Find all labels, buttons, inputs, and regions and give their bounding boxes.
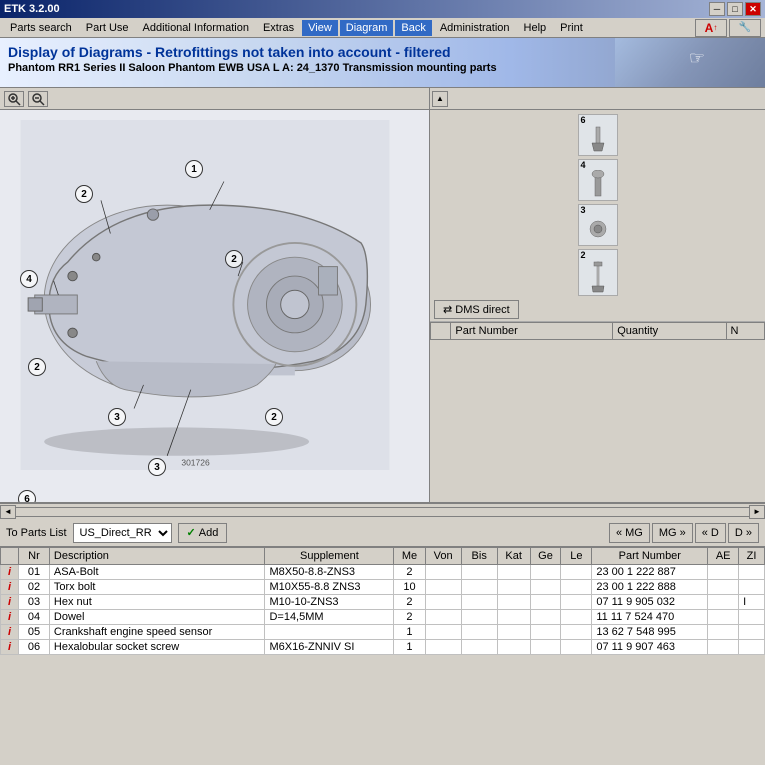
table-row[interactable]: i01ASA-BoltM8X50-8.8-ZNS3223 00 1 222 88… [1,565,765,580]
subtitle-prefix: Phantom RR1 Series II Saloon Phantom EWB… [8,62,297,74]
title-bar: ETK 3.2.00 ─ □ ✕ [0,0,765,18]
parts-list-select[interactable]: US_Direct_RR [73,523,172,543]
col-me-header: Me [394,548,425,565]
col-desc-header: Description [49,548,265,565]
col-zi-header: ZI [739,548,765,565]
zoom-out-button[interactable] [28,91,48,107]
add-label: Add [199,527,219,539]
table-row[interactable]: i05Crankshaft engine speed sensor113 62 … [1,625,765,640]
parts-list-toolbar: To Parts List US_Direct_RR ✓ Add « MG MG… [0,519,765,547]
menu-print[interactable]: Print [554,20,589,36]
part-number-2a: 2 [75,185,93,203]
thumb-4[interactable]: 4 [578,159,618,201]
h-scroll-left[interactable]: ◄ [0,505,16,519]
toolbar-icons: A↑ 🔧 [695,19,761,37]
part-number-3b: 3 [148,458,166,476]
menu-part-use[interactable]: Part Use [80,20,135,36]
right-panel: ▲ 6 4 3 [430,88,765,502]
nav-mg-prev[interactable]: « MG [609,523,650,543]
col-von-header: Von [425,548,461,565]
subtitle-bold: 24_1370 Transmission mounting parts [297,62,497,74]
part-number-1: 1 [185,160,203,178]
h-scroll-right[interactable]: ► [749,505,765,519]
col-quantity: Quantity [613,323,726,340]
zoom-in-button[interactable] [4,91,24,107]
diagram-toolbar [0,88,429,110]
minimize-button[interactable]: ─ [709,2,725,16]
diagram-panel: 301726 1 2 2 4 2 3 2 3 6 5 [0,88,430,502]
thumbnail-column: 6 4 3 2 [430,110,765,298]
dms-direct-button[interactable]: ⇄ DMS direct [434,300,519,319]
thumb-2[interactable]: 2 [578,249,618,296]
scroll-up-arrow[interactable]: ▲ [432,91,448,107]
menu-diagram[interactable]: Diagram [340,20,394,36]
table-row[interactable]: i02Torx boltM10X55-8.8 ZNS31023 00 1 222… [1,580,765,595]
menu-parts-search[interactable]: Parts search [4,20,78,36]
header-section: ☞ Display of Diagrams - Retrofittings no… [0,38,765,88]
part-number-4: 4 [20,270,38,288]
part-number-6: 6 [18,490,36,502]
col-ae-header: AE [708,548,739,565]
col-ge-header: Ge [530,548,561,565]
col-le-header: Le [561,548,592,565]
parts-list-area: To Parts List US_Direct_RR ✓ Add « MG MG… [0,519,765,749]
parts-table-wrapper: Nr Description Supplement Me Von Bis Kat… [0,547,765,749]
right-detail-table: Part Number Quantity N [430,322,765,340]
col-empty [431,323,451,340]
toolbar-icon-1[interactable]: A↑ [695,19,727,37]
h-scroll-bar: ◄ ► [0,503,765,519]
nav-d-next[interactable]: D » [728,523,759,543]
menu-administration[interactable]: Administration [434,20,516,36]
right-panel-scroll: ▲ [430,88,765,110]
col-partnum-header: Part Number [592,548,708,565]
col-part-number: Part Number [451,323,613,340]
dms-bar: ⇄ DMS direct [430,298,765,322]
nav-buttons: « MG MG » « D D » [609,523,759,543]
parts-table: Nr Description Supplement Me Von Bis Kat… [0,547,765,655]
part-number-2d: 2 [265,408,283,426]
menu-help[interactable]: Help [518,20,553,36]
add-button[interactable]: ✓ Add [178,523,228,543]
svg-text:301726: 301726 [181,457,210,467]
diagram-image-area[interactable]: 301726 1 2 2 4 2 3 2 3 6 5 [0,110,429,502]
menu-additional-info[interactable]: Additional Information [137,20,255,36]
col-n: N [726,323,764,340]
part-number-3a: 3 [108,408,126,426]
nav-mg-next[interactable]: MG » [652,523,693,543]
menu-extras[interactable]: Extras [257,20,300,36]
menu-view[interactable]: View [302,20,338,36]
main-area: 301726 1 2 2 4 2 3 2 3 6 5 ▲ 6 [0,88,765,503]
menu-back[interactable]: Back [395,20,431,36]
h-scroll-track [16,507,749,517]
title-bar-buttons: ─ □ ✕ [709,2,761,16]
restore-button[interactable]: □ [727,2,743,16]
menu-bar: Parts search Part Use Additional Informa… [0,18,765,38]
table-row[interactable]: i03Hex nutM10-10-ZNS3207 11 9 905 032I [1,595,765,610]
right-table-area: Part Number Quantity N [430,322,765,502]
table-row[interactable]: i04DowelD=14,5MM211 11 7 524 470 [1,610,765,625]
close-button[interactable]: ✕ [745,2,761,16]
thumb-6[interactable]: 6 [578,114,618,156]
col-supp-header: Supplement [265,548,394,565]
nav-d-prev[interactable]: « D [695,523,726,543]
col-icon-header [1,548,19,565]
col-nr-header: Nr [19,548,50,565]
col-bis-header: Bis [461,548,497,565]
part-number-2c: 2 [28,358,46,376]
part-number-2b: 2 [225,250,243,268]
header-cursor: ☞ [689,48,705,69]
table-row[interactable]: i06Hexalobular socket screwM6X16-ZNNIV S… [1,640,765,655]
window-title: ETK 3.2.00 [4,3,60,15]
toolbar-icon-2[interactable]: 🔧 [729,19,761,37]
checkmark-icon: ✓ [187,526,196,539]
thumb-3[interactable]: 3 [578,204,618,246]
parts-list-label: To Parts List [6,527,67,539]
col-kat-header: Kat [497,548,530,565]
